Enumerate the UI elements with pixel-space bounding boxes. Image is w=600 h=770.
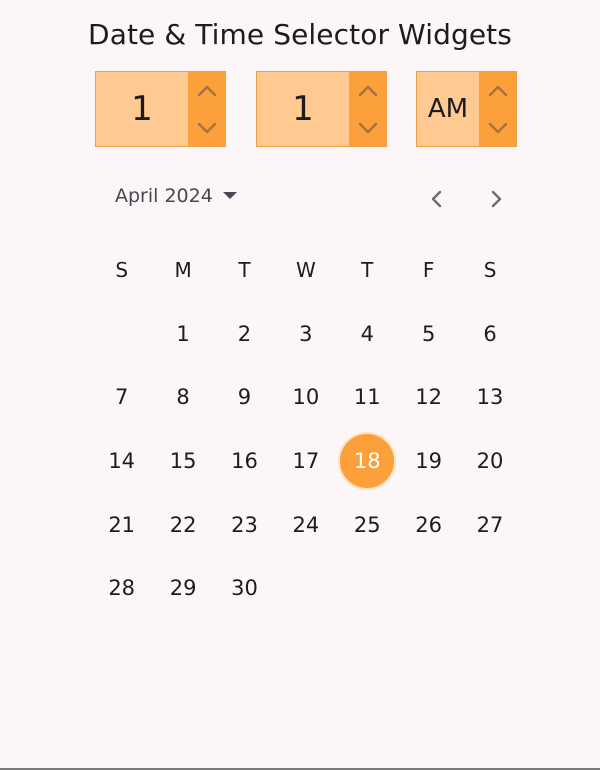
calendar-day-number: 4 xyxy=(360,321,374,346)
previous-month-button[interactable] xyxy=(419,182,453,216)
calendar-day-selected[interactable]: 18 xyxy=(337,429,398,493)
weekday-header-row: S M T W T F S xyxy=(91,255,521,285)
calendar-day-number: 2 xyxy=(237,321,252,346)
calendar-day[interactable]: 3 xyxy=(275,302,336,366)
calendar-day-grid: 1 2 3 4 5 6 7 8 9 10 11 12 13 14 15 16 17 18 19 20 21 22 23 24 2… xyxy=(91,302,521,620)
calendar-day-number: 30 xyxy=(231,576,258,601)
chevron-down-icon xyxy=(488,122,507,133)
calendar-day[interactable]: 13 xyxy=(459,366,520,430)
calendar-day[interactable]: 5 xyxy=(398,302,459,366)
calendar-day-number: 24 xyxy=(292,512,320,537)
calendar-day[interactable]: 6 xyxy=(459,302,520,366)
weekday-label: T xyxy=(238,258,251,282)
chevron-down-icon xyxy=(197,122,216,133)
calendar-day[interactable]: 14 xyxy=(91,429,152,493)
calendar-day[interactable]: 29 xyxy=(152,556,213,620)
chevron-left-icon xyxy=(431,190,442,208)
calendar-day[interactable]: 26 xyxy=(398,493,459,557)
weekday-label: F xyxy=(422,258,435,282)
calendar-day-number: 7 xyxy=(115,385,129,410)
calendar-empty-cell xyxy=(91,302,152,366)
chevron-right-icon xyxy=(491,190,502,208)
calendar-day[interactable]: 15 xyxy=(152,429,213,493)
hour-increment-button[interactable] xyxy=(194,78,220,104)
chevron-up-icon xyxy=(358,85,377,96)
calendar-day-number: 10 xyxy=(292,385,320,410)
calendar-day-number: 12 xyxy=(415,385,442,410)
calendar-day-number: 5 xyxy=(421,321,436,346)
calendar-day[interactable]: 17 xyxy=(275,429,336,493)
calendar-day[interactable]: 23 xyxy=(214,493,275,557)
calendar-day[interactable]: 12 xyxy=(398,366,459,430)
hour-decrement-button[interactable] xyxy=(194,115,220,141)
period-increment-button[interactable] xyxy=(485,78,511,104)
calendar-day[interactable]: 4 xyxy=(337,302,398,366)
calendar-day-number: 15 xyxy=(169,448,197,473)
minute-increment-button[interactable] xyxy=(355,78,381,104)
calendar-day-number: 18 xyxy=(338,431,397,490)
next-month-button[interactable] xyxy=(480,182,514,216)
calendar-day-number: 3 xyxy=(299,321,313,346)
weekday-label: S xyxy=(115,258,129,282)
calendar-day-number: 13 xyxy=(476,385,504,410)
period-value[interactable]: AM xyxy=(417,72,479,146)
calendar-day[interactable]: 19 xyxy=(398,429,459,493)
calendar-day-number: 1 xyxy=(176,321,190,346)
calendar-day-number: 27 xyxy=(476,512,504,537)
caret-down-icon xyxy=(222,192,237,199)
calendar-day[interactable]: 7 xyxy=(91,366,152,430)
calendar-day-number: 25 xyxy=(353,512,381,537)
chevron-down-icon xyxy=(358,122,377,133)
calendar-day[interactable]: 21 xyxy=(91,493,152,557)
calendar-day[interactable]: 1 xyxy=(152,302,213,366)
calendar-day[interactable]: 2 xyxy=(214,302,275,366)
hour-spinner[interactable]: 1 xyxy=(95,71,226,147)
weekday-label: T xyxy=(361,258,374,282)
hour-spinner-buttons xyxy=(188,72,225,146)
minute-spinner[interactable]: 1 xyxy=(256,71,387,147)
calendar-day-number: 17 xyxy=(292,448,320,473)
calendar-day-number: 22 xyxy=(169,512,197,537)
calendar-day-number: 16 xyxy=(231,448,258,473)
calendar-day-number: 20 xyxy=(476,448,504,473)
calendar-day-number: 9 xyxy=(237,385,252,410)
calendar-day-number: 23 xyxy=(231,512,258,537)
period-decrement-button[interactable] xyxy=(485,115,511,141)
calendar-day-number: 28 xyxy=(108,576,136,601)
calendar-day-number: 11 xyxy=(353,385,381,410)
calendar-day-number: 21 xyxy=(108,512,136,537)
period-spinner-buttons xyxy=(479,72,516,146)
calendar-day[interactable]: 30 xyxy=(214,556,275,620)
hour-value[interactable]: 1 xyxy=(96,72,188,146)
calendar-day[interactable]: 9 xyxy=(214,366,275,430)
weekday-label: M xyxy=(174,258,192,282)
minute-spinner-buttons xyxy=(349,72,386,146)
page-title: Date & Time Selector Widgets xyxy=(88,18,512,51)
calendar-day[interactable]: 28 xyxy=(91,556,152,620)
calendar-day-number: 14 xyxy=(108,448,136,473)
calendar-day-number: 19 xyxy=(415,448,442,473)
minute-decrement-button[interactable] xyxy=(355,115,381,141)
calendar-day-number: 6 xyxy=(483,321,497,346)
calendar-day[interactable]: 8 xyxy=(152,366,213,430)
weekday-label: W xyxy=(295,258,316,282)
period-spinner[interactable]: AM xyxy=(416,71,517,147)
calendar-day-number: 26 xyxy=(415,512,442,537)
calendar-day[interactable]: 10 xyxy=(275,366,336,430)
calendar-day[interactable]: 20 xyxy=(459,429,520,493)
minute-value[interactable]: 1 xyxy=(257,72,349,146)
calendar-day[interactable]: 11 xyxy=(337,366,398,430)
calendar-day[interactable]: 22 xyxy=(152,493,213,557)
chevron-up-icon xyxy=(197,85,216,96)
calendar-day[interactable]: 25 xyxy=(337,493,398,557)
weekday-label: S xyxy=(483,258,497,282)
calendar-day[interactable]: 24 xyxy=(275,493,336,557)
calendar-day[interactable]: 27 xyxy=(459,493,520,557)
calendar-day-number: 8 xyxy=(176,385,190,410)
month-year-label: April 2024 xyxy=(115,185,213,207)
calendar-day[interactable]: 16 xyxy=(214,429,275,493)
chevron-up-icon xyxy=(488,85,507,96)
month-year-dropdown[interactable]: April 2024 xyxy=(115,185,237,207)
calendar-day-number: 29 xyxy=(169,576,197,601)
